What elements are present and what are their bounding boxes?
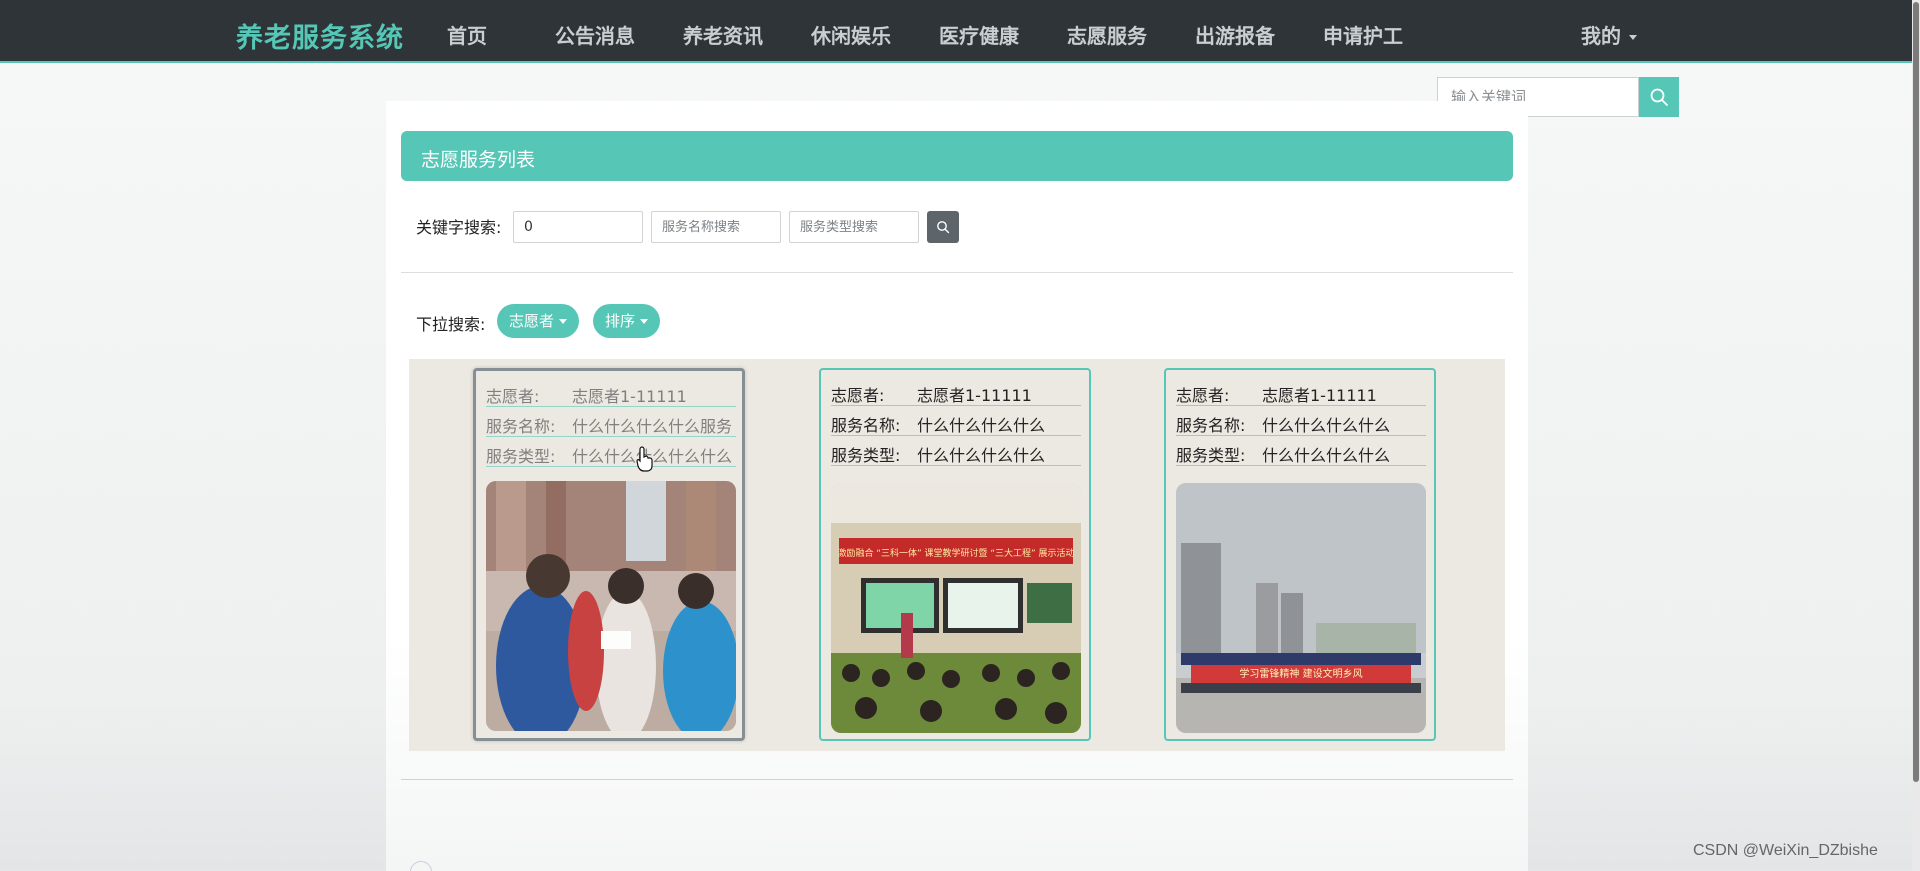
service-photo[interactable]: 激励融合 “三科一体” 课堂教学研讨暨 “三大工程” 展示活动: [831, 483, 1081, 733]
card-field-volunteer: 志愿者: 志愿者1-11111: [1176, 376, 1426, 406]
card-field-volunteer: 志愿者: 志愿者1-11111: [486, 377, 736, 407]
sort-dropdown[interactable]: 排序: [593, 304, 661, 338]
user-menu[interactable]: 我的: [1581, 20, 1637, 49]
card-field-service-name: 服务名称: 什么什么什么什么: [1176, 406, 1426, 436]
watermark: CSDN @WeiXin_DZbishe: [1693, 842, 1878, 859]
volunteer-card[interactable]: 志愿者: 志愿者1-11111 服务名称: 什么什么什么什么 服务类型: 什么什…: [1164, 368, 1436, 741]
list-header: 志愿服务列表: [401, 131, 1513, 181]
service-photo[interactable]: 学习雷锋精神 建设文明乡风: [1176, 483, 1426, 733]
field-label: 志愿者:: [1176, 386, 1230, 405]
service-name-search-input[interactable]: [651, 211, 781, 243]
nav-item-apply-caregiver[interactable]: 申请护工: [1323, 20, 1403, 49]
scrollbar-thumb[interactable]: [1913, 2, 1919, 782]
search-icon: [1650, 88, 1668, 106]
dropdown-search-label: 下拉搜索:: [416, 315, 486, 334]
card-field-service-name: 服务名称: 什么什么什么什么服务: [486, 407, 736, 437]
service-photo[interactable]: [486, 481, 736, 731]
field-value: 志愿者1-11111: [1262, 386, 1377, 405]
top-search-button[interactable]: [1639, 77, 1679, 117]
keyword-search-label: 关键字搜索:: [416, 218, 502, 237]
hand-cursor-icon: [636, 446, 654, 476]
nav-item-home[interactable]: 首页: [447, 20, 487, 49]
card-field-volunteer: 志愿者: 志愿者1-11111: [831, 376, 1081, 406]
card-grid: 志愿者: 志愿者1-11111 服务名称: 什么什么什么什么服务 服务类型: 什…: [409, 359, 1505, 751]
field-value: 什么什么什么什么服务: [572, 417, 733, 436]
page-scrollbar[interactable]: [1912, 0, 1920, 871]
field-value: 什么什么什么什么: [917, 446, 1046, 465]
field-value: 什么什么什么什么什么: [572, 447, 733, 466]
brand-logo[interactable]: 养老服务系统: [236, 16, 404, 55]
sort-dropdown-label: 排序: [605, 312, 636, 330]
search-button[interactable]: [927, 211, 959, 243]
chevron-down-icon: [559, 319, 568, 324]
field-value: 什么什么什么什么: [1262, 416, 1391, 435]
nav-item-medical[interactable]: 医疗健康: [939, 20, 1019, 49]
field-label: 志愿者:: [831, 386, 885, 405]
nav-item-announcements[interactable]: 公告消息: [555, 20, 635, 49]
volunteer-dropdown[interactable]: 志愿者: [497, 304, 580, 338]
page-title: 志愿服务列表: [421, 149, 536, 171]
card-field-service-name: 服务名称: 什么什么什么什么: [831, 406, 1081, 436]
main-panel: 志愿服务列表 关键字搜索: 下拉搜索: 志愿者 排序 志愿者: 志愿者1-111…: [386, 101, 1528, 871]
service-type-search-input[interactable]: [789, 211, 919, 243]
field-label: 服务名称:: [1176, 416, 1246, 435]
chevron-down-icon: [640, 319, 649, 324]
field-value: 什么什么什么什么: [1262, 446, 1391, 465]
field-value: 志愿者1-11111: [572, 387, 687, 406]
divider: [401, 272, 1513, 273]
field-label: 服务类型:: [486, 447, 556, 466]
field-label: 服务类型:: [1176, 446, 1246, 465]
field-label: 服务名称:: [486, 417, 556, 436]
banner-text: 学习雷锋精神 建设文明乡风: [1239, 667, 1362, 680]
volunteer-card[interactable]: 志愿者: 志愿者1-11111 服务名称: 什么什么什么什么 服务类型: 什么什…: [819, 368, 1091, 741]
banner-text: 激励融合 “三科一体” 课堂教学研讨暨 “三大工程” 展示活动: [837, 547, 1074, 559]
chevron-down-icon: [1629, 35, 1637, 40]
card-field-service-type: 服务类型: 什么什么什么什么什么: [486, 437, 736, 467]
nav-item-leisure[interactable]: 休闲娱乐: [811, 20, 891, 49]
field-label: 志愿者:: [486, 387, 540, 406]
nav-item-elder-news[interactable]: 养老资讯: [683, 20, 763, 49]
volunteer-card[interactable]: 志愿者: 志愿者1-11111 服务名称: 什么什么什么什么服务 服务类型: 什…: [473, 368, 745, 741]
search-icon: [937, 221, 950, 234]
user-menu-label: 我的: [1581, 24, 1621, 48]
card-field-service-type: 服务类型: 什么什么什么什么: [1176, 436, 1426, 466]
nav-item-volunteer[interactable]: 志愿服务: [1067, 20, 1147, 49]
field-label: 服务类型:: [831, 446, 901, 465]
nav-item-travel-report[interactable]: 出游报备: [1195, 20, 1275, 49]
field-label: 服务名称:: [831, 416, 901, 435]
top-navbar: 养老服务系统 首页 公告消息 养老资讯 休闲娱乐 医疗健康 志愿服务 出游报备 …: [0, 0, 1920, 63]
field-value: 志愿者1-11111: [917, 386, 1032, 405]
volunteer-dropdown-label: 志愿者: [509, 312, 555, 330]
divider: [401, 779, 1513, 780]
card-field-service-type: 服务类型: 什么什么什么什么: [831, 436, 1081, 466]
volunteer-keyword-input[interactable]: [513, 211, 643, 243]
pagination-indicator[interactable]: [410, 861, 432, 871]
field-value: 什么什么什么什么: [917, 416, 1046, 435]
